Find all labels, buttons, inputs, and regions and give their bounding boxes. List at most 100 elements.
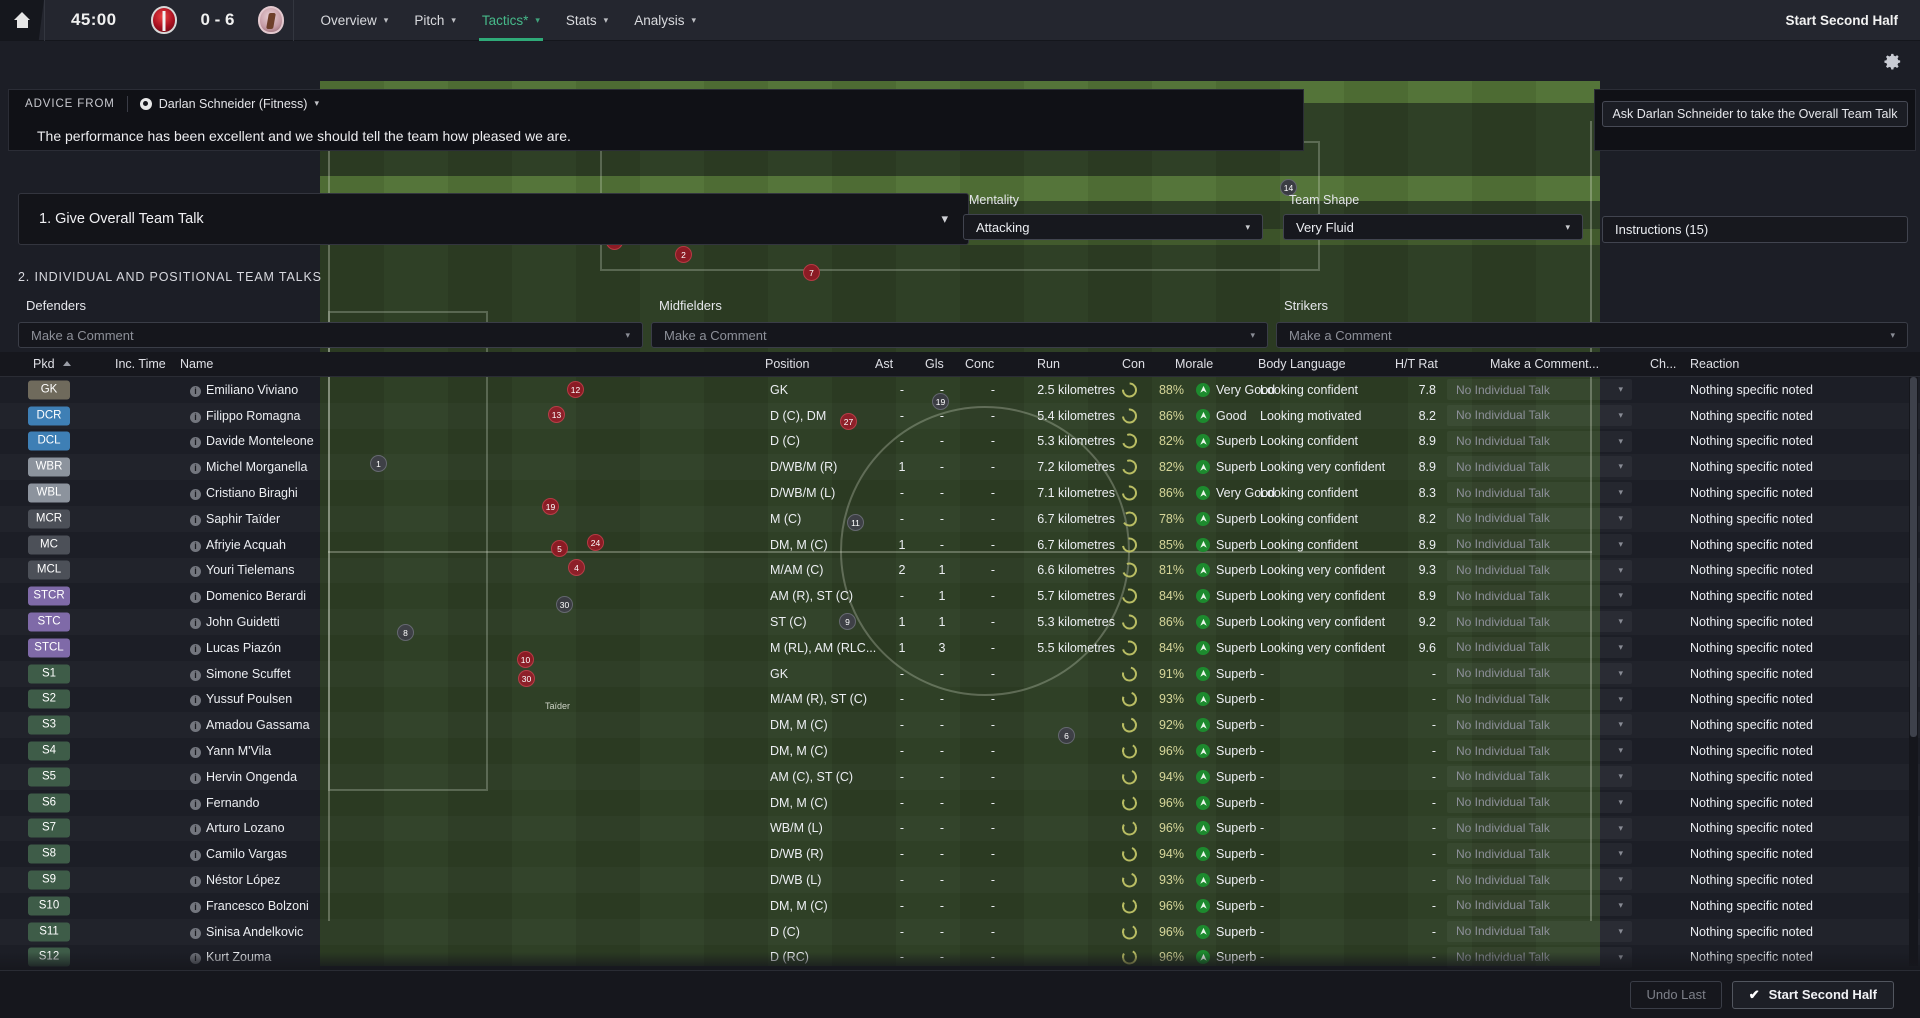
col-header-position[interactable]: Position bbox=[765, 357, 809, 371]
position-badge[interactable]: S9 bbox=[28, 870, 70, 890]
col-header-body-language[interactable]: Body Language bbox=[1258, 357, 1346, 371]
position-badge[interactable]: S4 bbox=[28, 741, 70, 761]
player-name[interactable]: i Francesco Bolzoni bbox=[190, 899, 309, 913]
table-row[interactable]: DCL i Davide Monteleone D (C) - - - 5.3 kilomet… bbox=[0, 429, 1920, 455]
table-row[interactable]: S9 i Néstor López D/WB (L) - - -93% Superb - - No … bbox=[0, 867, 1920, 893]
col-header-morale[interactable]: Morale bbox=[1175, 357, 1213, 371]
individual-talk-select[interactable]: No Individual Talk ▾ bbox=[1447, 585, 1632, 607]
position-badge[interactable]: MCL bbox=[28, 560, 70, 580]
pitch-player-marker[interactable]: 7 bbox=[803, 264, 820, 281]
info-icon[interactable]: i bbox=[190, 824, 201, 836]
table-row[interactable]: S3 i Amadou Gassama DM, M (C) - - -92% Superb - -… bbox=[0, 712, 1920, 738]
player-name[interactable]: i Arturo Lozano bbox=[190, 821, 285, 836]
individual-talk-select[interactable]: No Individual Talk ▾ bbox=[1447, 662, 1632, 684]
col-header-pkd[interactable]: Pkd bbox=[33, 357, 71, 371]
info-icon[interactable]: i bbox=[190, 953, 201, 965]
col-header-conc[interactable]: Conc bbox=[965, 357, 994, 371]
strikers-comment-select[interactable]: Make a Comment ▾ bbox=[1276, 322, 1908, 348]
individual-talk-select[interactable]: No Individual Talk ▾ bbox=[1447, 869, 1632, 891]
table-row[interactable]: MCL i Youri Tielemans M/AM (C) 2 1 - 6.6 kilome… bbox=[0, 558, 1920, 584]
player-name[interactable]: i Kurt Zouma bbox=[190, 950, 271, 965]
position-badge[interactable]: STCR bbox=[28, 586, 70, 606]
position-badge[interactable]: GK bbox=[28, 380, 70, 400]
table-row[interactable]: S1 i Simone Scuffet GK - - -91% Superb - - No Indi… bbox=[0, 661, 1920, 687]
info-icon[interactable]: i bbox=[190, 772, 201, 784]
individual-talk-select[interactable]: No Individual Talk ▾ bbox=[1447, 714, 1632, 736]
player-name[interactable]: i Michel Morganella bbox=[190, 460, 307, 475]
position-badge[interactable]: S3 bbox=[28, 715, 70, 735]
start-second-half-top-button[interactable]: Start Second Half bbox=[1763, 13, 1920, 28]
table-row[interactable]: WBL i Cristiano Biraghi D/WB/M (L) - - - 7.1 ki… bbox=[0, 480, 1920, 506]
col-header-name[interactable]: Name bbox=[180, 357, 213, 371]
individual-talk-select[interactable]: No Individual Talk ▾ bbox=[1447, 894, 1632, 916]
table-row[interactable]: S2 i Yussuf Poulsen M/AM (R), ST (C) - - - 93% S… bbox=[0, 687, 1920, 713]
info-icon[interactable]: i bbox=[190, 798, 201, 810]
player-name[interactable]: i Sinisa Andelkovic bbox=[190, 925, 303, 939]
position-badge[interactable]: DCR bbox=[28, 406, 70, 426]
advice-coach-selector[interactable]: Darlan Schneider (Fitness) ▾ bbox=[139, 97, 319, 111]
table-row[interactable]: MCR i Saphir Taïder M (C) - - - 6.7 kilometres 7… bbox=[0, 506, 1920, 532]
table-row[interactable]: S8 i Camilo Vargas D/WB (R) - - -94% Superb - - No… bbox=[0, 841, 1920, 867]
table-row[interactable]: DCR i Filippo Romagna D (C), DM - - - 5.4 kilom… bbox=[0, 403, 1920, 429]
position-badge[interactable]: S2 bbox=[28, 689, 70, 709]
midfielders-comment-select[interactable]: Make a Comment ▾ bbox=[651, 322, 1268, 348]
info-icon[interactable]: i bbox=[190, 489, 201, 501]
info-icon[interactable]: i bbox=[190, 747, 201, 759]
home-button[interactable] bbox=[0, 0, 44, 41]
player-name[interactable]: i Yussuf Poulsen bbox=[190, 692, 292, 707]
table-row[interactable]: STCR i Domenico Berardi AM (R), ST (C) - 1 - 5.… bbox=[0, 583, 1920, 609]
nav-tab-tactics[interactable]: Tactics* ▾ bbox=[469, 0, 553, 41]
individual-talk-select[interactable]: No Individual Talk ▾ bbox=[1447, 559, 1632, 581]
info-icon[interactable]: i bbox=[190, 643, 201, 655]
info-icon[interactable]: i bbox=[190, 540, 201, 552]
col-header-ast[interactable]: Ast bbox=[875, 357, 893, 371]
player-name[interactable]: i Simone Scuffet bbox=[190, 667, 291, 681]
player-name[interactable]: i Amadou Gassama bbox=[190, 718, 310, 733]
col-header-con[interactable]: Con bbox=[1122, 357, 1145, 371]
player-name[interactable]: i Yann M'Vila bbox=[190, 744, 271, 759]
position-badge[interactable]: WBL bbox=[28, 483, 70, 503]
individual-talk-select[interactable]: No Individual Talk ▾ bbox=[1447, 688, 1632, 710]
col-header-run[interactable]: Run bbox=[1037, 357, 1060, 371]
info-icon[interactable]: i bbox=[190, 850, 201, 862]
player-name[interactable]: i Camilo Vargas bbox=[190, 847, 287, 862]
info-icon[interactable]: i bbox=[190, 618, 201, 630]
position-badge[interactable]: S8 bbox=[28, 844, 70, 864]
defenders-comment-select[interactable]: Make a Comment ▾ bbox=[18, 322, 643, 348]
position-badge[interactable]: STCL bbox=[28, 638, 70, 658]
nav-tab-overview[interactable]: Overview ▾ bbox=[308, 0, 402, 41]
position-badge[interactable]: S7 bbox=[28, 818, 70, 838]
player-name[interactable]: i Domenico Berardi bbox=[190, 589, 306, 604]
instructions-button[interactable]: Instructions (15) bbox=[1602, 216, 1908, 243]
table-row[interactable]: S12 i Kurt Zouma D (RC) - - -96% Superb - - No Ind… bbox=[0, 945, 1920, 971]
individual-talk-select[interactable]: No Individual Talk ▾ bbox=[1447, 817, 1632, 839]
info-icon[interactable]: i bbox=[190, 876, 201, 888]
col-header-make-comment[interactable]: Make a Comment... bbox=[1490, 357, 1599, 371]
info-icon[interactable]: i bbox=[190, 566, 201, 578]
mentality-select[interactable]: Attacking ▾ bbox=[963, 214, 1263, 240]
info-icon[interactable]: i bbox=[190, 385, 201, 397]
position-badge[interactable]: DCL bbox=[28, 431, 70, 451]
position-badge[interactable]: STC bbox=[28, 612, 70, 632]
position-badge[interactable]: MC bbox=[28, 535, 70, 555]
player-name[interactable]: i Filippo Romagna bbox=[190, 409, 301, 423]
individual-talk-select[interactable]: No Individual Talk ▾ bbox=[1447, 791, 1632, 813]
position-badge[interactable]: S1 bbox=[28, 664, 70, 684]
gear-icon[interactable] bbox=[1881, 50, 1904, 73]
nav-tab-stats[interactable]: Stats ▾ bbox=[553, 0, 621, 41]
player-name[interactable]: i Emiliano Viviano bbox=[190, 383, 298, 397]
vertical-scrollbar[interactable] bbox=[1909, 377, 1918, 966]
player-name[interactable]: i Cristiano Biraghi bbox=[190, 486, 298, 501]
player-name[interactable]: i Davide Monteleone bbox=[190, 434, 314, 449]
individual-talk-select[interactable]: No Individual Talk ▾ bbox=[1447, 843, 1632, 865]
player-name[interactable]: i Néstor López bbox=[190, 873, 280, 888]
info-icon[interactable]: i bbox=[190, 901, 201, 913]
individual-talk-select[interactable]: No Individual Talk ▾ bbox=[1447, 740, 1632, 762]
nav-tab-analysis[interactable]: Analysis ▾ bbox=[621, 0, 709, 41]
position-badge[interactable]: S12 bbox=[28, 947, 70, 967]
individual-talk-select[interactable]: No Individual Talk ▾ bbox=[1447, 507, 1632, 529]
position-badge[interactable]: S10 bbox=[28, 896, 70, 916]
individual-talk-select[interactable]: No Individual Talk ▾ bbox=[1447, 482, 1632, 504]
table-row[interactable]: STC i John Guidetti ST (C) 1 1 - 5.3 kilometres… bbox=[0, 609, 1920, 635]
individual-talk-select[interactable]: No Individual Talk ▾ bbox=[1447, 456, 1632, 478]
